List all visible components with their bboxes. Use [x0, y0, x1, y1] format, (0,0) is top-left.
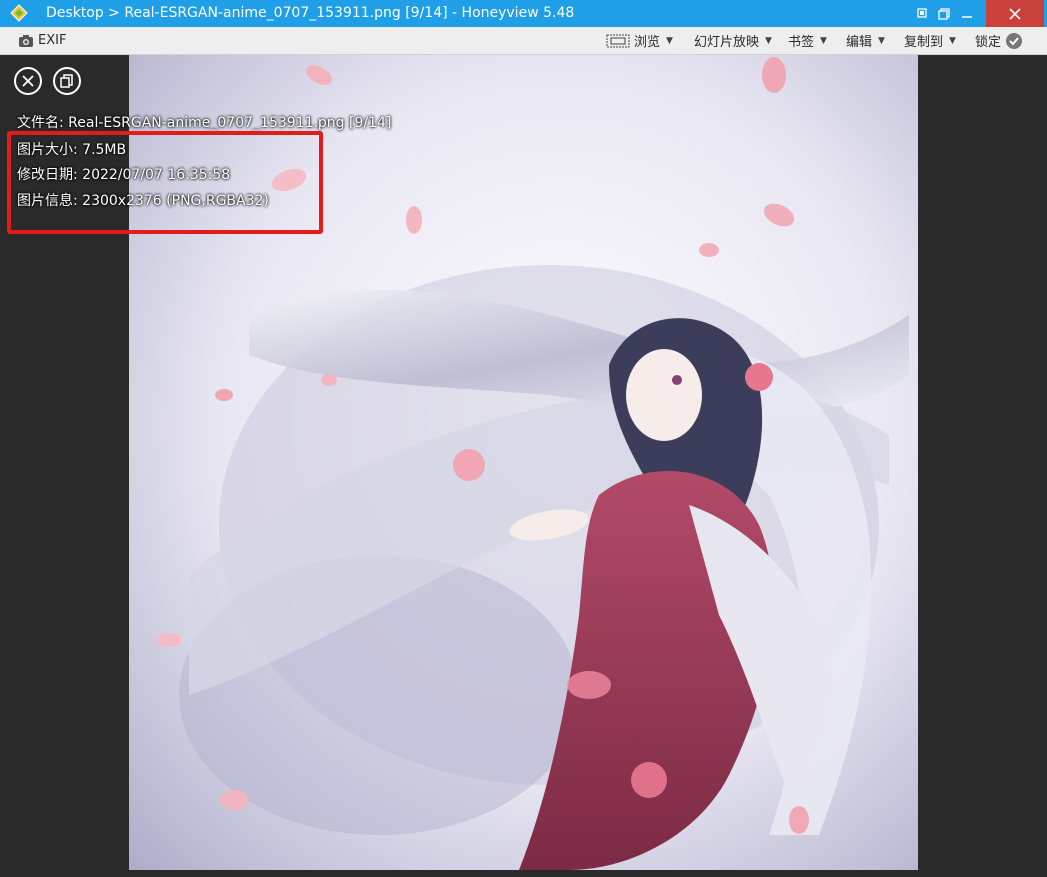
close-window-button[interactable]: [986, 0, 1044, 27]
exif-button[interactable]: EXIF: [18, 27, 66, 54]
honeyview-logo-icon: [10, 4, 28, 22]
close-info-button[interactable]: [14, 67, 42, 95]
highlight-box: [7, 131, 323, 234]
restore-icon: [938, 7, 950, 20]
bookmark-menu[interactable]: 书签 ▼: [788, 27, 827, 54]
pin-icon: [917, 7, 927, 18]
toolbar: EXIF 浏览 ▼ 幻灯片放映 ▼ 书签 ▼ 编辑 ▼ 复制到 ▼ 锁定: [0, 27, 1047, 55]
edit-menu[interactable]: 编辑 ▼: [846, 27, 885, 54]
check-circle-icon: [1006, 32, 1023, 49]
slideshow-menu[interactable]: 幻灯片放映 ▼: [694, 27, 772, 54]
bookmark-label: 书签: [788, 35, 815, 50]
minimize-icon: [962, 15, 972, 18]
close-circle-icon: [22, 75, 34, 87]
chevron-down-icon: ▼: [666, 35, 673, 46]
close-icon: [1009, 7, 1021, 20]
browse-menu[interactable]: 浏览 ▼: [606, 27, 673, 54]
minimize-button[interactable]: [950, 0, 984, 27]
pin-button[interactable]: [912, 0, 932, 27]
camera-icon: [19, 34, 33, 47]
slideshow-label: 幻灯片放映: [694, 35, 760, 50]
chevron-down-icon: ▼: [878, 35, 885, 46]
lock-label: 锁定: [975, 35, 1002, 50]
exif-label: EXIF: [38, 33, 67, 48]
window-title: Desktop > Real-ESRGAN-anime_0707_153911.…: [46, 5, 575, 21]
info-filename: 文件名: Real-ESRGAN-anime_0707_153911.png […: [17, 115, 392, 131]
copy-to-menu[interactable]: 复制到 ▼: [904, 27, 956, 54]
title-bar: Desktop > Real-ESRGAN-anime_0707_153911.…: [0, 0, 1047, 27]
edit-label: 编辑: [846, 35, 873, 50]
copy-info-icon: [60, 74, 73, 88]
copy-to-label: 复制到: [904, 35, 944, 50]
chevron-down-icon: ▼: [820, 35, 827, 46]
copy-info-button[interactable]: [53, 67, 81, 95]
chevron-down-icon: ▼: [765, 35, 772, 46]
browse-icon: [606, 34, 630, 47]
lock-button[interactable]: 锁定: [975, 27, 1023, 54]
browse-label: 浏览: [634, 35, 661, 50]
chevron-down-icon: ▼: [949, 35, 956, 46]
